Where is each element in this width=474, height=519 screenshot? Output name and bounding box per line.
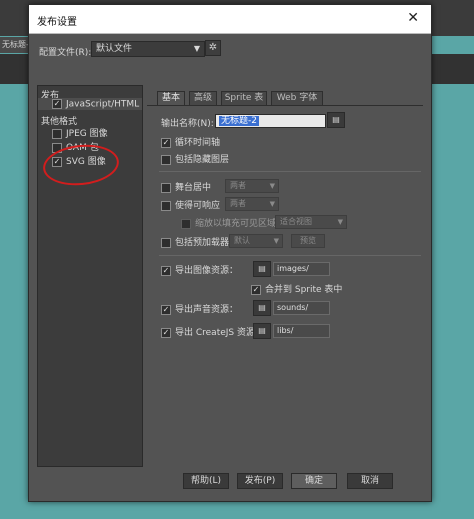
combine-sprite-checkbox[interactable]: ✓ xyxy=(251,284,261,295)
close-icon[interactable]: ✕ xyxy=(407,10,419,26)
folder-icon[interactable]: ▤ xyxy=(327,112,345,128)
cancel-button[interactable]: 取消 xyxy=(347,473,393,489)
chevron-down-icon: ▼ xyxy=(269,200,275,208)
make-responsive-label: 使得可响应 xyxy=(175,201,221,211)
images-path-value: images/ xyxy=(277,264,309,273)
dialog-titlebar: 发布设置 ✕ xyxy=(29,5,431,34)
center-stage-checkbox[interactable] xyxy=(161,182,171,193)
make-responsive-option[interactable]: 使得可响应 xyxy=(161,198,220,211)
preloader-value: 默认 xyxy=(234,236,250,245)
scale-to-fill-option[interactable]: 缩放以填充可见区域 xyxy=(181,216,276,229)
scale-to-fill-value: 适合视图 xyxy=(280,217,312,226)
images-path-input[interactable]: images/ xyxy=(273,262,330,276)
include-preloader-label: 包括预加载器 xyxy=(175,238,230,248)
export-images-label: 导出图像资源： xyxy=(175,266,239,276)
export-createjs-label: 导出 CreateJS 资源： xyxy=(175,328,264,338)
center-stage-value: 两者 xyxy=(230,181,246,190)
preview-button[interactable]: 预览 xyxy=(291,234,325,248)
center-stage-option[interactable]: 舞台居中 xyxy=(161,180,211,193)
folder-icon[interactable]: ▤ xyxy=(253,261,271,277)
loop-timeline-option[interactable]: ✓ 循环时间轴 xyxy=(161,135,220,148)
export-sounds-option[interactable]: ✓ 导出声音资源： xyxy=(161,302,238,315)
dialog-title: 发布设置 xyxy=(37,17,77,28)
sounds-path-input[interactable]: sounds/ xyxy=(273,301,330,315)
tab-web-fonts[interactable]: Web 字体 xyxy=(271,91,323,105)
output-name-label: 输出名称(N): xyxy=(161,119,214,129)
include-preloader-checkbox[interactable] xyxy=(161,237,171,248)
loop-timeline-checkbox[interactable]: ✓ xyxy=(161,137,171,148)
tab-basic[interactable]: 基本 xyxy=(157,91,185,105)
center-stage-dropdown[interactable]: 两者 ▼ xyxy=(225,179,279,193)
center-stage-label: 舞台居中 xyxy=(175,183,212,193)
chevron-down-icon: ▼ xyxy=(193,44,200,53)
divider xyxy=(159,255,421,256)
folder-icon[interactable]: ▤ xyxy=(253,323,271,339)
tab-sprite-sheet[interactable]: Sprite 表 xyxy=(221,91,267,105)
combine-sprite-option[interactable]: ✓ 合并到 Sprite 表中 xyxy=(251,282,342,295)
chevron-down-icon: ▼ xyxy=(269,182,275,190)
format-list-panel: 发布 ✓ JavaScript/HTML 其他格式 JPEG 图像 OAM 包 ✓… xyxy=(37,85,143,467)
scale-to-fill-checkbox[interactable] xyxy=(181,218,191,229)
make-responsive-value: 两者 xyxy=(230,199,246,208)
format-item-jpeg[interactable]: JPEG 图像 xyxy=(52,126,108,139)
scale-to-fill-label: 缩放以填充可见区域 xyxy=(195,219,277,229)
make-responsive-checkbox[interactable] xyxy=(161,200,171,211)
publish-settings-dialog: 发布设置 ✕ 配置文件(R): 默认文件 ▼ ✲ 发布 ✓ JavaScript/… xyxy=(28,4,432,502)
chevron-down-icon: ▼ xyxy=(337,218,343,226)
tab-divider xyxy=(147,105,423,106)
jpeg-checkbox[interactable] xyxy=(52,128,62,139)
include-hidden-layers-label: 包括隐藏图层 xyxy=(175,155,230,165)
export-images-option[interactable]: ✓ 导出图像资源： xyxy=(161,263,238,276)
libs-path-input[interactable]: libs/ xyxy=(273,324,330,338)
export-sounds-label: 导出声音资源： xyxy=(175,305,239,315)
sounds-path-value: sounds/ xyxy=(277,303,309,312)
combine-sprite-label: 合并到 Sprite 表中 xyxy=(265,285,343,295)
profile-label: 配置文件(R): xyxy=(39,48,92,58)
javascript-html-checkbox[interactable]: ✓ xyxy=(52,99,62,109)
profile-value: 默认文件 xyxy=(96,44,133,54)
export-images-checkbox[interactable]: ✓ xyxy=(161,265,171,276)
gear-icon[interactable]: ✲ xyxy=(205,40,221,56)
profile-select[interactable]: 默认文件 ▼ xyxy=(91,41,205,57)
tab-advanced[interactable]: 高级 xyxy=(189,91,217,105)
folder-icon[interactable]: ▤ xyxy=(253,300,271,316)
export-createjs-option[interactable]: ✓ 导出 CreateJS 资源： xyxy=(161,325,264,338)
javascript-html-label: JavaScript/HTML xyxy=(66,99,140,110)
stage-background xyxy=(0,84,28,519)
output-name-value: 无标题-2 xyxy=(219,116,259,126)
export-sounds-checkbox[interactable]: ✓ xyxy=(161,304,171,315)
libs-path-value: libs/ xyxy=(277,326,294,335)
help-button[interactable]: 帮助(L) xyxy=(183,473,229,489)
export-createjs-checkbox[interactable]: ✓ xyxy=(161,327,171,338)
loop-timeline-label: 循环时间轴 xyxy=(175,138,221,148)
chevron-down-icon: ▼ xyxy=(273,237,279,245)
jpeg-label: JPEG 图像 xyxy=(66,129,108,139)
divider xyxy=(159,171,421,172)
include-hidden-layers-option[interactable]: 包括隐藏图层 xyxy=(161,152,229,165)
scale-to-fill-dropdown[interactable]: 适合视图 ▼ xyxy=(275,215,347,229)
include-preloader-option[interactable]: 包括预加载器 xyxy=(161,235,229,248)
ok-button[interactable]: 确定 xyxy=(291,473,337,489)
preloader-dropdown[interactable]: 默认 ▼ xyxy=(229,234,283,248)
output-name-input[interactable]: 无标题-2 xyxy=(215,114,326,128)
make-responsive-dropdown[interactable]: 两者 ▼ xyxy=(225,197,279,211)
publish-button[interactable]: 发布(P) xyxy=(237,473,283,489)
include-hidden-layers-checkbox[interactable] xyxy=(161,154,171,165)
